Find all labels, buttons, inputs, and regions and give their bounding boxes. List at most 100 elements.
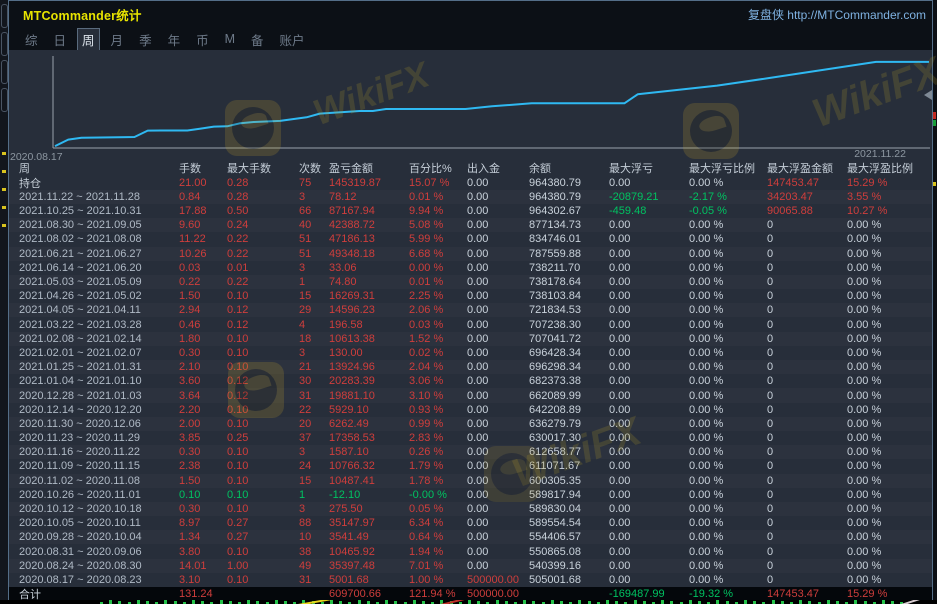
- title-bar[interactable]: MTCommander统计 复盘侠 http://MTCommander.com: [9, 1, 932, 28]
- menu-tab-账户[interactable]: 账户: [275, 28, 310, 51]
- candle-tick: [468, 600, 471, 604]
- column-header: 盈亏金额: [329, 160, 409, 176]
- table-cell: 0.00: [609, 276, 689, 288]
- table-row[interactable]: 2021.10.25 ~ 2021.10.3117.880.506687167.…: [9, 204, 932, 218]
- table-cell: 0.00 %: [689, 375, 767, 387]
- table-row[interactable]: 2021.11.22 ~ 2021.11.280.840.28378.120.0…: [9, 190, 932, 204]
- table-cell: 0.22: [227, 276, 299, 288]
- table-row[interactable]: 2020.08.24 ~ 2020.08.3014.011.004935397.…: [9, 559, 932, 573]
- table-cell: 10487.41: [329, 475, 409, 487]
- table-cell: 1.52 %: [409, 333, 467, 345]
- table-cell: 51: [299, 248, 329, 260]
- table-row[interactable]: 2021.08.02 ~ 2021.08.0811.220.225147186.…: [9, 232, 932, 246]
- table-cell: 738103.84: [529, 290, 609, 302]
- table-row[interactable]: 2020.10.26 ~ 2020.11.010.100.101-12.10-0…: [9, 488, 932, 502]
- menu-tab-备[interactable]: 备: [246, 28, 269, 51]
- column-header: 最大浮亏比例: [689, 160, 767, 176]
- table-cell: -0.00 %: [409, 489, 467, 501]
- menu-tab-季[interactable]: 季: [134, 28, 157, 51]
- table-row[interactable]: 2021.01.04 ~ 2021.01.103.600.123020283.3…: [9, 374, 932, 388]
- table-cell: 0.26 %: [409, 446, 467, 458]
- table-row[interactable]: 2021.02.08 ~ 2021.02.141.800.101810613.3…: [9, 332, 932, 346]
- table-row[interactable]: 2020.11.30 ~ 2020.12.062.000.10206262.49…: [9, 417, 932, 431]
- table-cell: 0.00 %: [689, 531, 767, 543]
- table-cell: 0.00: [609, 248, 689, 260]
- candle-tick: [772, 600, 775, 604]
- table-cell: 0.10: [227, 347, 299, 359]
- table-cell: 0.00: [609, 262, 689, 274]
- menu-tab-年[interactable]: 年: [163, 28, 186, 51]
- table-cell: 15: [299, 290, 329, 302]
- table-cell: 51: [299, 233, 329, 245]
- scroll-arrow-icon[interactable]: [924, 90, 932, 100]
- row-label: 2020.10.05 ~ 2020.10.11: [19, 517, 179, 529]
- table-row[interactable]: 2020.10.12 ~ 2020.10.180.300.103275.500.…: [9, 502, 932, 516]
- table-cell: 0.00 %: [847, 333, 932, 345]
- candle-tick: [164, 600, 167, 604]
- table-header-row: 周手数最大手数次数盈亏金额百分比%出入金余额最大浮亏最大浮亏比例最大浮盈金额最大…: [9, 161, 932, 176]
- table-row[interactable]: 2021.01.25 ~ 2021.01.312.100.102113924.9…: [9, 360, 932, 374]
- table-cell: 0.00 %: [847, 503, 932, 515]
- table-row[interactable]: 2021.04.05 ~ 2021.04.112.940.122914596.2…: [9, 303, 932, 317]
- table-row[interactable]: 2020.11.09 ~ 2020.11.152.380.102410766.3…: [9, 459, 932, 473]
- table-cell: 0.12: [227, 390, 299, 402]
- table-cell: 1.00: [227, 560, 299, 572]
- table-row[interactable]: 2020.08.31 ~ 2020.09.063.800.103810465.9…: [9, 544, 932, 558]
- menu-tab-币[interactable]: 币: [191, 28, 214, 51]
- menu-tab-日[interactable]: 日: [49, 28, 72, 51]
- table-cell: 877134.73: [529, 219, 609, 231]
- table-cell: 0.22: [227, 233, 299, 245]
- table-cell: 554406.57: [529, 531, 609, 543]
- table-cell: 0.24: [227, 219, 299, 231]
- table-cell: 500000.00: [467, 588, 529, 600]
- table-cell: 10.27 %: [847, 205, 932, 217]
- menu-tab-M[interactable]: M: [220, 30, 240, 48]
- table-row[interactable]: 2020.11.23 ~ 2020.11.293.850.253717358.5…: [9, 431, 932, 445]
- menu-tab-综[interactable]: 综: [20, 28, 43, 51]
- brand-link[interactable]: 复盘侠 http://MTCommander.com: [748, 6, 926, 23]
- table-row[interactable]: 2020.12.28 ~ 2021.01.033.640.123119881.1…: [9, 388, 932, 402]
- table-cell: 0.00 %: [689, 233, 767, 245]
- menu-tab-周[interactable]: 周: [77, 28, 100, 51]
- table-cell: 0.00 %: [689, 276, 767, 288]
- table-row[interactable]: 2021.06.14 ~ 2021.06.200.030.01333.060.0…: [9, 261, 932, 275]
- table-cell: 0.10: [227, 475, 299, 487]
- table-cell: 35147.97: [329, 517, 409, 529]
- candle-tick: [661, 600, 664, 604]
- table-row[interactable]: 2020.12.14 ~ 2020.12.202.200.10225929.10…: [9, 403, 932, 417]
- menu-tab-月[interactable]: 月: [106, 28, 129, 51]
- row-label: 2020.12.14 ~ 2020.12.20: [19, 404, 179, 416]
- table-cell: 738211.70: [529, 262, 609, 274]
- table-cell: 0.99 %: [409, 418, 467, 430]
- table-cell: 18: [299, 333, 329, 345]
- table-cell: 78.12: [329, 191, 409, 203]
- table-cell: 131.24: [179, 588, 227, 600]
- table-row[interactable]: 2021.05.03 ~ 2021.05.090.220.22174.800.0…: [9, 275, 932, 289]
- row-label: 2021.02.01 ~ 2021.02.07: [19, 347, 179, 359]
- table-row[interactable]: 2020.11.16 ~ 2020.11.220.300.1031587.100…: [9, 445, 932, 459]
- table-row[interactable]: 2020.09.28 ~ 2020.10.041.340.27103541.49…: [9, 530, 932, 544]
- table-row[interactable]: 2020.10.05 ~ 2020.10.118.970.278835147.9…: [9, 516, 932, 530]
- table-cell: 15.29 %: [847, 177, 932, 189]
- table-cell: 0.00: [467, 560, 529, 572]
- table-row[interactable]: 2021.02.01 ~ 2021.02.070.300.103130.000.…: [9, 346, 932, 360]
- table-cell: 0: [767, 290, 847, 302]
- table-row[interactable]: 2021.04.26 ~ 2021.05.021.500.101516269.3…: [9, 289, 932, 303]
- table-cell: 1587.10: [329, 446, 409, 458]
- table-cell: 738178.64: [529, 276, 609, 288]
- table-row[interactable]: 2020.11.02 ~ 2020.11.081.500.101510487.4…: [9, 474, 932, 488]
- table-cell: 7.01 %: [409, 560, 467, 572]
- table-row[interactable]: 2021.08.30 ~ 2021.09.059.600.244042388.7…: [9, 218, 932, 232]
- table-cell: 721834.53: [529, 304, 609, 316]
- row-label: 2021.06.21 ~ 2021.06.27: [19, 248, 179, 260]
- table-cell: 11.22: [179, 233, 227, 245]
- table-row[interactable]: 2021.06.21 ~ 2021.06.2710.260.225149348.…: [9, 247, 932, 261]
- row-label: 2021.04.05 ~ 2021.04.11: [19, 304, 179, 316]
- table-row[interactable]: 2020.08.17 ~ 2020.08.233.100.10315001.68…: [9, 573, 932, 587]
- table-cell: 0.46: [179, 319, 227, 331]
- candle-tick: [827, 600, 830, 604]
- table-row[interactable]: 持仓21.000.2875145319.8715.07 %0.00964380.…: [9, 176, 932, 190]
- table-cell: 1: [299, 489, 329, 501]
- table-cell: 0.00: [467, 418, 529, 430]
- table-row[interactable]: 2021.03.22 ~ 2021.03.280.460.124196.580.…: [9, 317, 932, 331]
